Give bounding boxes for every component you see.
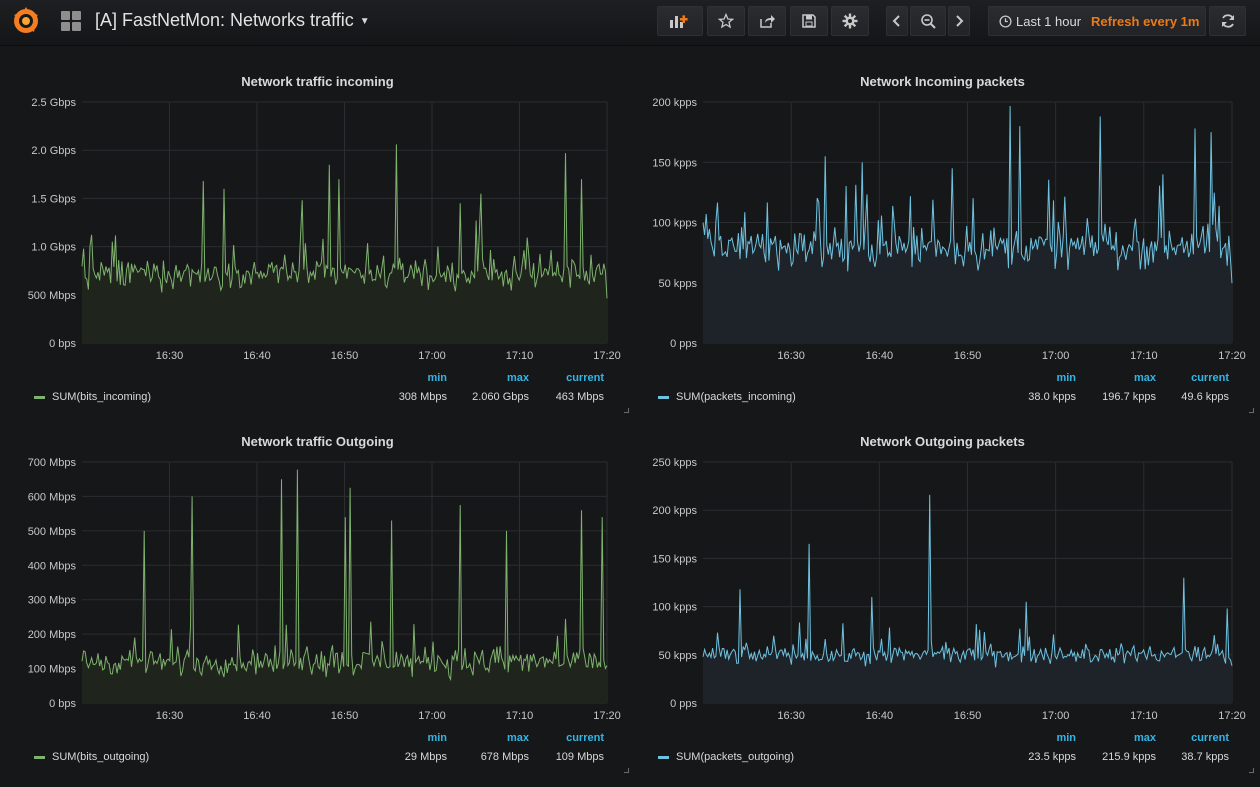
panel-resize-handle[interactable] (1249, 768, 1254, 773)
top-navbar: [A] FastNetMon: Networks traffic ▼ Last … (0, 0, 1260, 46)
legend-value-current: 38.7 kpps (1181, 751, 1229, 763)
add-panel-button[interactable] (657, 6, 703, 36)
legend-value-current: 49.6 kpps (1181, 391, 1229, 403)
save-icon (802, 14, 816, 28)
legend-value-current: 109 Mbps (555, 751, 604, 763)
dashboard-title-text: [A] FastNetMon: Networks traffic (95, 10, 354, 30)
panel-title[interactable]: Network Outgoing packets (635, 434, 1250, 449)
time-back-button[interactable] (886, 6, 908, 36)
legend-series-name: SUM(bits_outgoing) (52, 751, 150, 763)
panel-title[interactable]: Network traffic incoming (10, 74, 625, 89)
legend-color-swatch[interactable] (658, 755, 669, 759)
panel-traffic-incoming (10, 55, 625, 405)
legend-series-item[interactable]: SUM(bits_outgoing) (34, 751, 149, 763)
share-button[interactable] (748, 6, 786, 36)
gear-icon (842, 13, 858, 29)
legend-series-item[interactable]: SUM(packets_incoming) (658, 391, 796, 403)
time-range-label: Last 1 hour (1016, 13, 1082, 29)
panel-resize-handle[interactable] (624, 768, 629, 773)
panel-traffic-outgoing (10, 415, 625, 765)
refresh-interval-label: Refresh every 1m (1091, 13, 1200, 29)
legend-value-current: 463 Mbps (555, 391, 604, 403)
panel-packets-outgoing (635, 415, 1250, 765)
chevron-left-icon (892, 15, 900, 27)
chevron-right-icon (956, 15, 964, 27)
time-forward-button[interactable] (948, 6, 970, 36)
legend-color-swatch[interactable] (34, 755, 45, 759)
legend-header-current[interactable]: current (1129, 372, 1229, 384)
legend-header-current[interactable]: current (504, 732, 604, 744)
legend-series-item[interactable]: SUM(bits_incoming) (34, 391, 151, 403)
zoom-out-button[interactable] (910, 6, 946, 36)
settings-button[interactable] (831, 6, 869, 36)
zoom-out-icon (921, 14, 936, 29)
save-button[interactable] (790, 6, 828, 36)
legend-color-swatch[interactable] (34, 395, 45, 399)
clock-icon (999, 14, 1012, 28)
legend-series-name: SUM(packets_outgoing) (676, 751, 795, 763)
time-picker-button[interactable]: Last 1 hour Refresh every 1m (988, 6, 1206, 36)
dashboards-grid-icon[interactable] (61, 11, 81, 31)
legend-series-name: SUM(bits_incoming) (52, 391, 152, 403)
grafana-logo-icon[interactable] (10, 5, 42, 37)
panel-title[interactable]: Network traffic Outgoing (10, 434, 625, 449)
legend-header-current[interactable]: current (504, 372, 604, 384)
share-icon (760, 15, 775, 28)
panel-packets-incoming (635, 55, 1250, 405)
legend-series-item[interactable]: SUM(packets_outgoing) (658, 751, 794, 763)
legend-color-swatch[interactable] (658, 395, 669, 399)
panel-title[interactable]: Network Incoming packets (635, 74, 1250, 89)
star-button[interactable] (707, 6, 745, 36)
panel-resize-handle[interactable] (624, 408, 629, 413)
refresh-icon (1221, 14, 1234, 28)
add-panel-icon (670, 15, 688, 28)
panel-resize-handle[interactable] (1249, 408, 1254, 413)
refresh-button[interactable] (1209, 6, 1246, 36)
star-icon (718, 13, 734, 29)
dashboard-title[interactable]: [A] FastNetMon: Networks traffic ▼ (95, 10, 370, 31)
legend-series-name: SUM(packets_incoming) (676, 391, 796, 403)
caret-down-icon: ▼ (359, 15, 370, 27)
legend-header-current[interactable]: current (1129, 732, 1229, 744)
